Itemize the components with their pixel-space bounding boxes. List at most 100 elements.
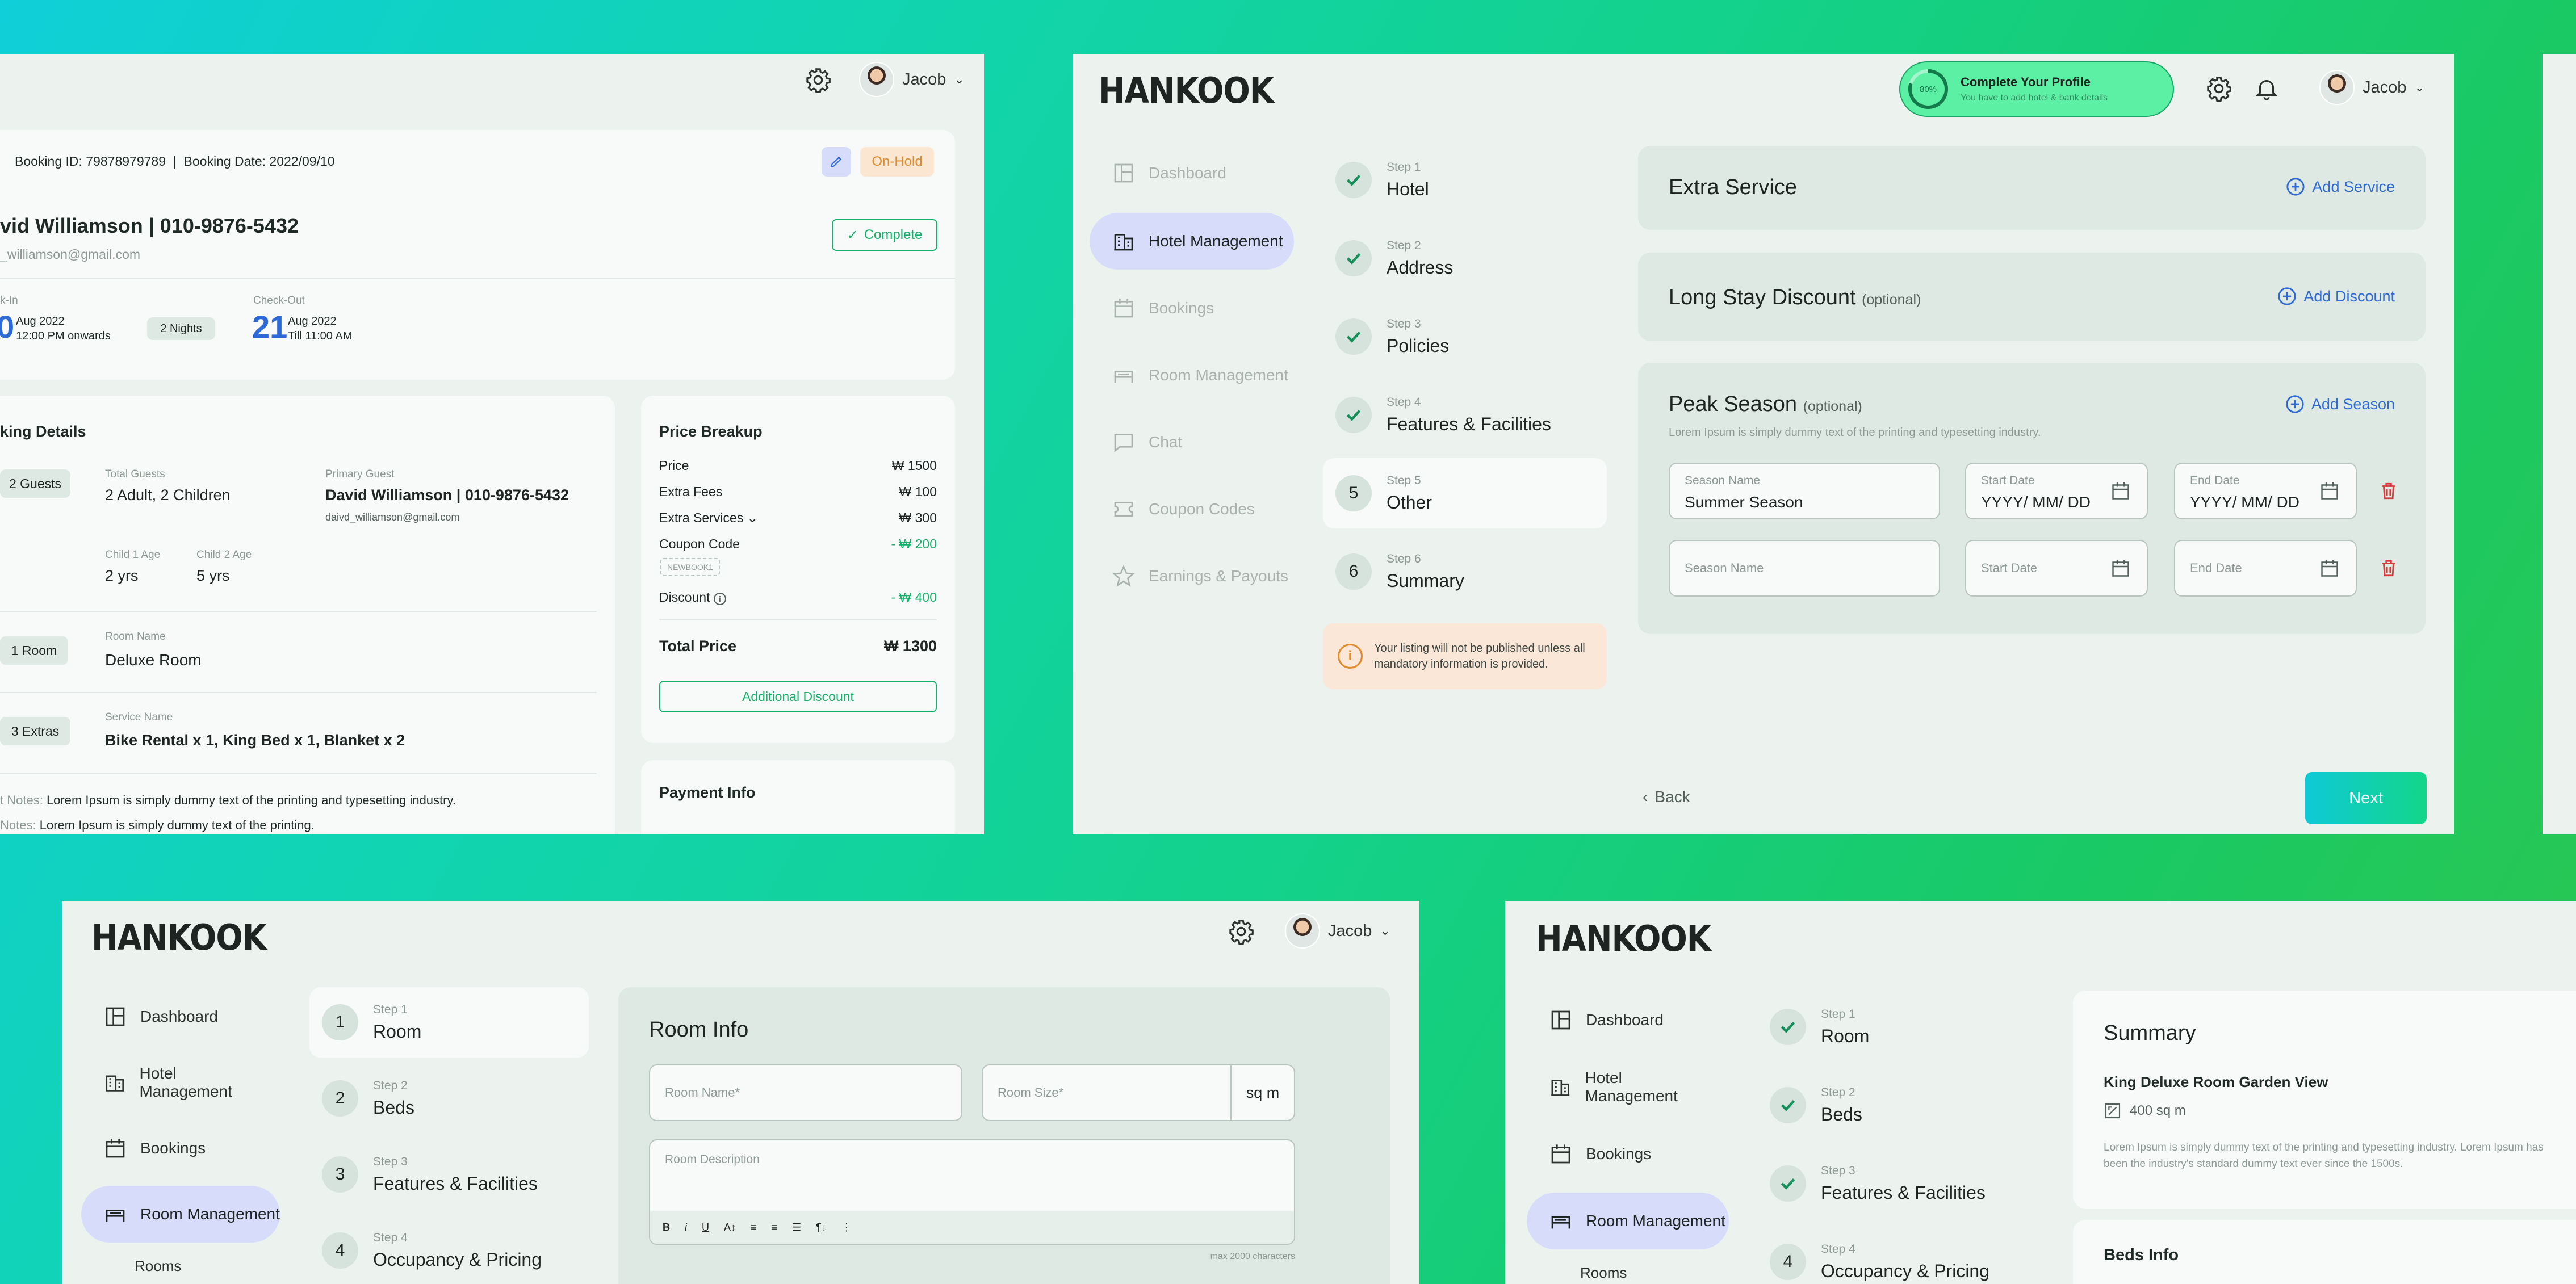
step-room[interactable]: Step 1 Room — [1757, 992, 2030, 1062]
brand-logo: HANKOOK — [91, 917, 267, 958]
step-features-facilities[interactable]: Step 4 Features & Facilities — [1323, 380, 1607, 450]
sidebar-item-hotel-management[interactable]: Hotel Management — [1090, 213, 1294, 270]
complete-button[interactable]: ✓ Complete — [832, 219, 937, 251]
sidebar-item-bookings[interactable]: Bookings — [81, 1120, 269, 1177]
bold-button[interactable]: B — [663, 1222, 670, 1233]
add-discount-button[interactable]: Add Discount — [2277, 287, 2395, 306]
sidebar-label: Bookings — [1149, 299, 1214, 317]
step-number: 3 — [322, 1156, 358, 1193]
notes1-label: t Notes: — [0, 793, 43, 807]
user-menu[interactable]: Jacob ⌄ — [1285, 913, 1390, 949]
sidebar-label: Bookings — [1586, 1145, 1652, 1163]
price-value: ₩ 100 — [899, 484, 937, 499]
trash-icon[interactable] — [2379, 557, 2398, 579]
bell-icon[interactable] — [2254, 75, 2280, 102]
italic-button[interactable]: i — [685, 1222, 687, 1233]
underline-button[interactable]: U — [702, 1222, 709, 1233]
sidebar-item-hotel-management[interactable]: Hotel Management — [1527, 1059, 1714, 1115]
step-summary[interactable]: 6 Step 6 Summary — [1323, 536, 1607, 607]
plus-circle-icon — [2286, 178, 2305, 196]
settings-gear-icon[interactable] — [805, 67, 831, 93]
step-number: 1 — [322, 1004, 358, 1040]
profile-title: Complete Your Profile — [1961, 75, 2091, 89]
sidebar-item-hotel-management[interactable]: Hotel Management — [81, 1054, 269, 1111]
step-occupancy-pricing[interactable]: 4 Step 4 Occupancy & Pricing — [1757, 1227, 2030, 1284]
sidebar-item-chat[interactable]: Chat — [1090, 414, 1294, 471]
user-menu[interactable]: Jacob ⌄ — [2319, 70, 2425, 105]
step-beds[interactable]: 2 Step 2 Beds — [309, 1063, 589, 1134]
sidebar-subitem-rooms[interactable]: Rooms — [1580, 1264, 1627, 1282]
back-button[interactable]: ‹ Back — [1643, 788, 1690, 806]
font-size-button[interactable]: A↕ — [724, 1222, 736, 1233]
check-icon: ✓ — [847, 227, 858, 243]
step-features-facilities[interactable]: 3 Step 3 Features & Facilities — [309, 1139, 589, 1210]
extra-service-title: Extra Service — [1669, 175, 1797, 199]
step-name: Features & Facilities — [373, 1173, 538, 1194]
child1-label: Child 1 Age — [105, 549, 161, 561]
season-name-field-empty[interactable]: Season Name — [1669, 540, 1940, 597]
sidebar-item-dashboard[interactable]: Dashboard — [1527, 992, 1714, 1048]
user-menu[interactable]: Jacob ⌄ — [859, 62, 965, 97]
sidebar-item-room-management[interactable]: Room Management — [1090, 347, 1294, 404]
step-other[interactable]: 5 Step 5 Other — [1323, 458, 1607, 528]
step-key: Step 4 — [1821, 1242, 1855, 1256]
notes-line-2: Notes: Lorem Ipsum is simply dummy text … — [0, 818, 315, 833]
sidebar-item-room-management[interactable]: Room Management — [1527, 1193, 1729, 1249]
room-description-field[interactable]: Room Description B i U A↕ ≡ ≡ ☰ ¶↓ ⋮ — [649, 1139, 1295, 1245]
sidebar-item-bookings[interactable]: Bookings — [1527, 1126, 1714, 1182]
room-name-field[interactable]: Room Name* — [649, 1064, 962, 1121]
sidebar-item-dashboard[interactable]: Dashboard — [81, 988, 269, 1045]
step-key: Step 4 — [373, 1231, 408, 1244]
end-date-field-empty[interactable]: End Date — [2174, 540, 2357, 597]
season-name-field[interactable]: Season Name Summer Season — [1669, 463, 1940, 519]
sidebar-item-earnings[interactable]: Earnings & Payouts — [1090, 548, 1294, 605]
complete-profile-banner[interactable]: 80% Complete Your Profile You have to ad… — [1899, 61, 2174, 117]
step-done-icon — [1335, 318, 1372, 355]
sidebar-item-dashboard[interactable]: Dashboard — [1090, 145, 1294, 202]
step-beds[interactable]: Step 2 Beds — [1757, 1070, 2030, 1140]
additional-discount-button[interactable]: Additional Discount — [659, 681, 937, 712]
edit-button[interactable] — [822, 147, 851, 177]
end-date-field[interactable]: End Date YYYY/ MM/ DD — [2174, 463, 2357, 519]
align-center-button[interactable]: ≡ — [772, 1222, 778, 1233]
dashboard-icon — [1114, 163, 1133, 183]
sidebar-item-coupon-codes[interactable]: Coupon Codes — [1090, 481, 1294, 538]
service-value: Bike Rental x 1, King Bed x 1, Blanket x… — [105, 732, 405, 749]
sidebar-item-bookings[interactable]: Bookings — [1090, 280, 1294, 337]
step-features-facilities[interactable]: Step 3 Features & Facilities — [1757, 1148, 2030, 1219]
step-room[interactable]: 1 Step 1 Room — [309, 987, 589, 1058]
room-size-field[interactable]: Room Size* sq m — [982, 1064, 1295, 1121]
step-occupancy-pricing[interactable]: 4 Step 4 Occupancy & Pricing — [309, 1215, 589, 1284]
total-label: Total Price — [659, 637, 737, 654]
text-toolbar: B i U A↕ ≡ ≡ ☰ ¶↓ ⋮ — [650, 1211, 1294, 1244]
add-season-button[interactable]: Add Season — [2285, 395, 2395, 414]
start-date-field[interactable]: Start Date YYYY/ MM/ DD — [1965, 463, 2148, 519]
add-service-button[interactable]: Add Service — [2286, 177, 2395, 196]
field-placeholder: Room Description — [665, 1153, 760, 1166]
section-title: king Details — [0, 423, 86, 440]
start-date-field-empty[interactable]: Start Date — [1965, 540, 2148, 597]
sidebar-label: Hotel Management — [1149, 232, 1283, 250]
step-number: 4 — [1770, 1244, 1806, 1280]
paragraph-button[interactable]: ¶↓ — [816, 1222, 827, 1233]
room-summary-frame: HANKOOK Dashboard Hotel Management Booki… — [1505, 901, 2576, 1284]
dashboard-icon — [106, 1007, 125, 1026]
room-chip: 1 Room — [0, 636, 68, 665]
sidebar-item-room-management[interactable]: Room Management — [81, 1186, 280, 1243]
step-hotel[interactable]: Step 1 Hotel — [1323, 145, 1607, 215]
settings-gear-icon[interactable] — [2206, 75, 2232, 102]
settings-gear-icon[interactable] — [1228, 918, 1254, 945]
next-button[interactable]: Next — [2305, 772, 2427, 824]
price-row[interactable]: Extra Services ⌄ ₩ 300 — [659, 510, 937, 526]
more-button[interactable]: ⋮ — [841, 1222, 852, 1233]
price-label: Extra Fees — [659, 484, 723, 499]
price-row: Price ₩ 1500 — [659, 458, 937, 473]
step-policies[interactable]: Step 3 Policies — [1323, 301, 1607, 372]
list-button[interactable]: ☰ — [792, 1222, 801, 1233]
align-left-button[interactable]: ≡ — [751, 1222, 757, 1233]
avatar — [2319, 70, 2355, 105]
step-address[interactable]: Step 2 Address — [1323, 223, 1607, 293]
trash-icon[interactable] — [2379, 480, 2398, 502]
sidebar-subitem-rooms[interactable]: Rooms — [135, 1257, 181, 1275]
checkin-label: k-In — [0, 295, 18, 307]
